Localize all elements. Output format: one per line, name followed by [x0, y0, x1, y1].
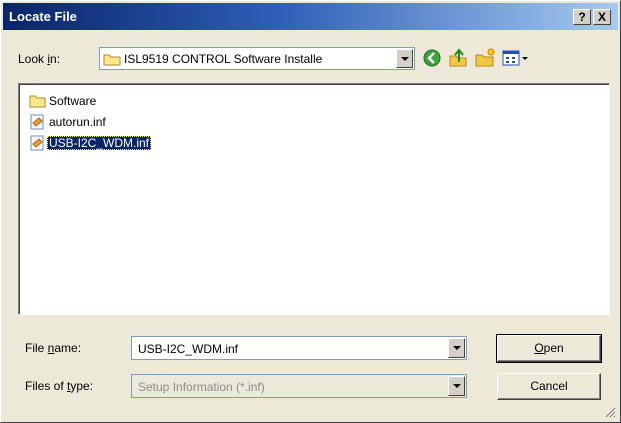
- open-button[interactable]: Open: [496, 334, 602, 363]
- back-icon[interactable]: [421, 47, 443, 69]
- file-type-value: Setup Information (*.inf): [138, 380, 265, 394]
- setup-info-file-icon: [30, 114, 44, 130]
- help-button[interactable]: ?: [573, 9, 591, 25]
- look-in-dropdown-button[interactable]: [396, 49, 413, 68]
- view-menu-icon[interactable]: [501, 47, 531, 69]
- close-button[interactable]: X: [593, 9, 611, 25]
- file-name: Software: [49, 94, 97, 108]
- title-bar[interactable]: Locate File ? X: [3, 3, 618, 30]
- look-in-combo[interactable]: ISL9519 CONTROL Software Installe: [99, 47, 415, 70]
- file-type-dropdown-button[interactable]: [448, 376, 465, 396]
- window-title: Locate File: [9, 9, 77, 24]
- folder-icon: [103, 54, 121, 66]
- up-folder-icon[interactable]: [447, 47, 469, 69]
- cancel-button[interactable]: Cancel: [497, 373, 601, 400]
- file-name-combo[interactable]: USB-I2C_WDM.inf: [131, 336, 467, 360]
- folder-icon: [29, 95, 46, 108]
- look-in-label: Look in:: [18, 52, 61, 66]
- locate-file-dialog: Locate File ? X Look in: ISL9519 CONTROL…: [0, 0, 621, 423]
- file-name-value: USB-I2C_WDM.inf: [138, 342, 239, 356]
- file-name: USB-I2C_WDM.inf: [47, 136, 152, 150]
- file-name: autorun.inf: [49, 115, 106, 129]
- file-type-label: Files of type:: [25, 379, 94, 393]
- look-in-value: ISL9519 CONTROL Software Installe: [124, 52, 323, 66]
- resize-grip-icon[interactable]: [604, 406, 616, 418]
- file-name-dropdown-button[interactable]: [448, 338, 465, 358]
- setup-info-file-icon: [30, 135, 44, 151]
- new-folder-icon[interactable]: [474, 47, 496, 69]
- file-type-combo[interactable]: Setup Information (*.inf): [131, 374, 467, 398]
- file-name-label: File name:: [25, 341, 82, 355]
- file-list[interactable]: Software autorun.inf USB-I2C_WDM.inf: [18, 83, 610, 315]
